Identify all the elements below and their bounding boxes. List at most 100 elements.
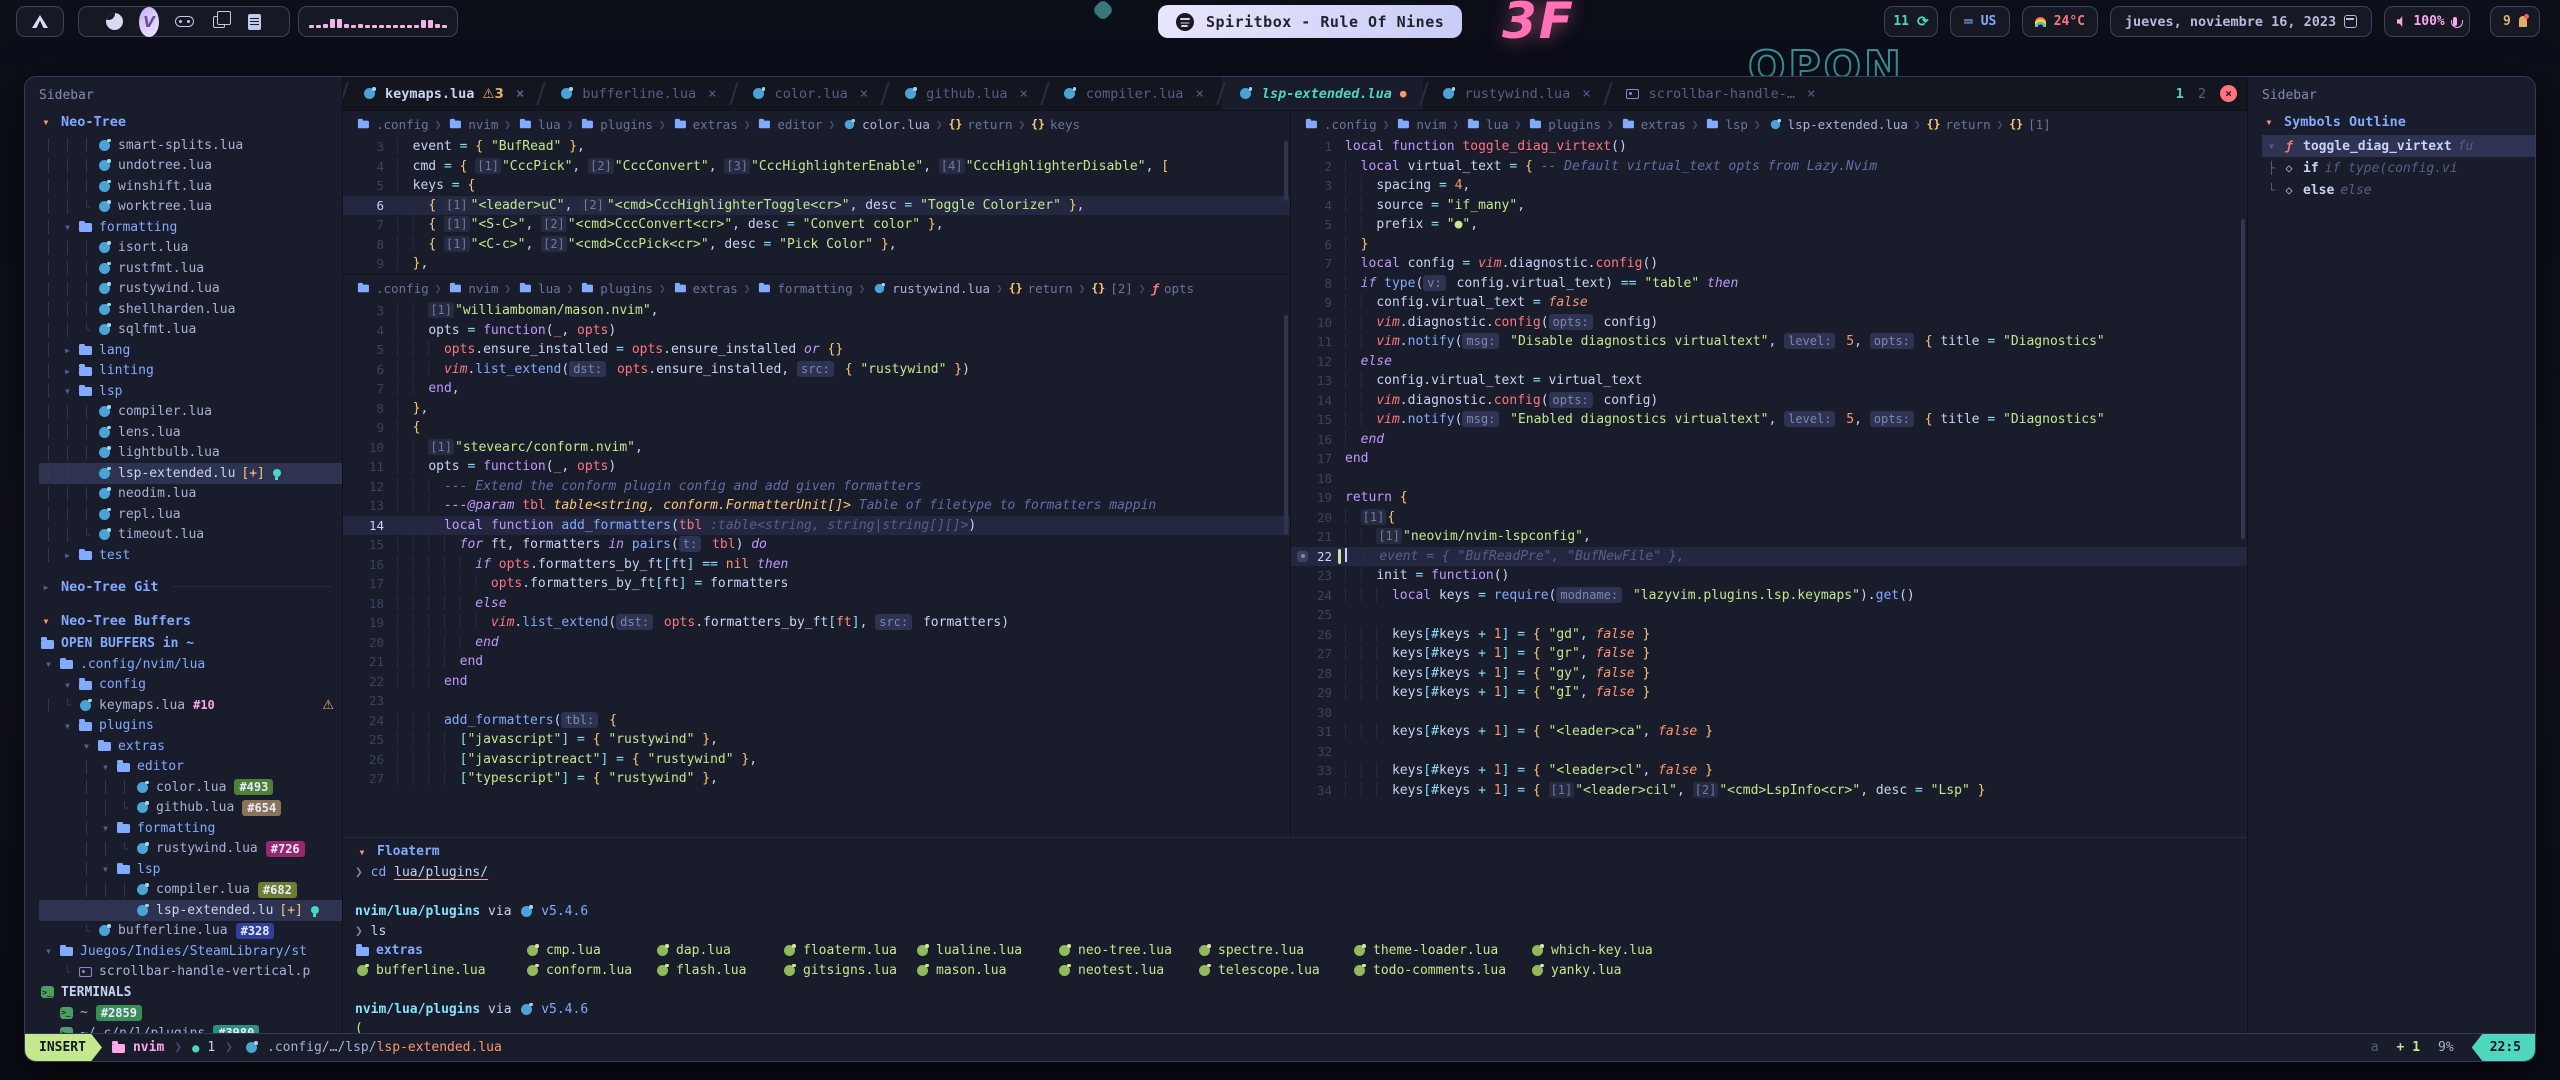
tree-item-timeout.lua[interactable]: ││└timeout.lua: [39, 525, 342, 546]
tree-item-repl.lua[interactable]: │││repl.lua: [39, 504, 342, 525]
chevron-down-icon[interactable]: ▾: [39, 657, 58, 671]
ls-item-extras[interactable]: extras: [355, 943, 525, 958]
neo-tree-buffers-section-header[interactable]: ▾ Neo-Tree Buffers: [39, 608, 342, 634]
tab-rustywind.lua[interactable]: rustywind.lua×: [1425, 77, 1607, 110]
chevron-down-icon[interactable]: ▾: [58, 678, 77, 692]
tree-item-lightbulb.lua[interactable]: │││lightbulb.lua: [39, 443, 342, 464]
ls-item-spectre.lua[interactable]: spectre.lua: [1197, 943, 1352, 958]
tree-item-keymaps.lua[interactable]: │└keymaps.lua#10⚠: [39, 695, 342, 716]
tree-folder-Juegos/Indies/SteamLibrary/st[interactable]: ▾Juegos/Indies/SteamLibrary/st: [39, 941, 342, 962]
scrollbar-handle[interactable]: [1284, 141, 1288, 201]
breadcrumb-nvim[interactable]: nvim: [1395, 117, 1446, 132]
ls-item-neotest.lua[interactable]: neotest.lua: [1057, 963, 1197, 978]
ls-item-yanky.lua[interactable]: yanky.lua: [1530, 963, 2235, 978]
breadcrumb-return[interactable]: {}return: [1009, 281, 1073, 296]
floaterm-panel[interactable]: ▾ Floaterm ❯ cd lua/plugins/nvim/lua/plu…: [343, 837, 2247, 1033]
launcher-button[interactable]: [16, 6, 64, 37]
chevron-down-icon[interactable]: ▾: [58, 384, 77, 398]
tree-item-lsp-extended.lu[interactable]: ││└lsp-extended.lu[+]: [39, 900, 342, 921]
weather-widget[interactable]: 24°C: [2022, 6, 2098, 37]
tree-item-compiler.lua[interactable]: │││compiler.lua#682: [39, 880, 342, 901]
ls-item-gitsigns.lua[interactable]: gitsigns.lua: [782, 963, 915, 978]
dock-firefox-icon[interactable]: [104, 12, 124, 32]
breadcrumb-rustywind.lua[interactable]: rustywind.lua: [871, 281, 990, 296]
tree-folder-plugins[interactable]: ▾plugins: [39, 716, 342, 737]
breadcrumb-plugins[interactable]: plugins: [579, 281, 653, 296]
tree-folder-formatting[interactable]: │▾formatting: [39, 818, 342, 839]
audio-visualizer[interactable]: [298, 6, 458, 37]
tree-item-lsp-extended.lu[interactable]: │││lsp-extended.lu[+]: [39, 463, 342, 484]
tab-lsp-extended.lua[interactable]: lsp-extended.lua●: [1222, 77, 1423, 110]
dock-windows-icon[interactable]: [209, 12, 229, 32]
code-area[interactable]: 3▏ ▏ [1]"williamboman/mason.nvim",4▏ ▏ o…: [343, 301, 1290, 789]
scrollbar-handle[interactable]: [2241, 219, 2245, 539]
tree-folder-config[interactable]: ▾config: [39, 675, 342, 696]
neo-tree-git-section-header[interactable]: ▸ Neo-Tree Git: [39, 574, 342, 600]
ls-item-lualine.lua[interactable]: lualine.lua: [915, 943, 1057, 958]
tree-folder-lang[interactable]: │▸lang: [39, 340, 342, 361]
breadcrumb-opts[interactable]: ƒopts: [1151, 281, 1194, 296]
tree-item-rustywind.lua[interactable]: │││rustywind.lua: [39, 279, 342, 300]
tab-close-icon[interactable]: ×: [1807, 86, 1815, 102]
tree-item-color.lua[interactable]: │││color.lua#493: [39, 777, 342, 798]
tree-item-neodim.lua[interactable]: │││neodim.lua: [39, 484, 342, 505]
breadcrumb-return[interactable]: {}return: [1927, 117, 1991, 132]
ls-item-dap.lua[interactable]: dap.lua: [655, 943, 782, 958]
volume-widget[interactable]: 100%: [2384, 6, 2470, 37]
tab-github.lua[interactable]: github.lua×: [886, 77, 1044, 110]
tree-item-TERMINALS[interactable]: >_TERMINALS: [39, 982, 342, 1003]
breadcrumb-lua[interactable]: lua: [1465, 117, 1509, 132]
tree-folder-test[interactable]: │▸test: [39, 545, 342, 566]
tab-close-icon[interactable]: ×: [516, 86, 524, 102]
outline-item-if[interactable]: ├◇if if type(config.vi: [2262, 157, 2535, 179]
tree-item-~[interactable]: >_~#2859: [39, 1003, 342, 1024]
chevron-down-icon[interactable]: ▾: [96, 760, 115, 774]
dock-gamepad-icon[interactable]: [174, 12, 194, 32]
tree-item-scrollbar-handle-vertical.p[interactable]: └scrollbar-handle-vertical.p: [39, 962, 342, 983]
breadcrumb-extras[interactable]: extras: [672, 117, 738, 132]
tab-color.lua[interactable]: color.lua×: [735, 77, 885, 110]
tree-folder-extras[interactable]: ▾extras: [39, 736, 342, 757]
breadcrumb-.config[interactable]: .config: [1303, 117, 1377, 132]
editor-pane-color-lua[interactable]: .config❯nvim❯lua❯plugins❯extras❯editor❯c…: [343, 111, 1290, 275]
ls-item-mason.lua[interactable]: mason.lua: [915, 963, 1057, 978]
breadcrumb-lua[interactable]: lua: [517, 281, 561, 296]
breadcrumb-lsp[interactable]: lsp: [1704, 117, 1748, 132]
chevron-down-icon[interactable]: ▾: [96, 821, 115, 835]
tab-bufferline.lua[interactable]: bufferline.lua×: [542, 77, 732, 110]
ls-item-theme-loader.lua[interactable]: theme-loader.lua: [1352, 943, 1530, 958]
ls-item-floaterm.lua[interactable]: floaterm.lua: [782, 943, 915, 958]
scrollbar-handle[interactable]: [1284, 315, 1288, 535]
outline-item-toggle_diag_virtext[interactable]: ▾ƒtoggle_diag_virtext fu: [2262, 135, 2535, 157]
editor-pane-rustywind-lua[interactable]: .config❯nvim❯lua❯plugins❯extras❯formatti…: [343, 275, 1290, 837]
tree-item-rustywind.lua[interactable]: ││└rustywind.lua#726: [39, 839, 342, 860]
chevron-down-icon[interactable]: ▾: [58, 719, 77, 733]
tab-close-icon[interactable]: ×: [1582, 86, 1590, 102]
ls-item-bufferline.lua[interactable]: bufferline.lua: [355, 963, 525, 978]
breadcrumb-lsp-extended.lua[interactable]: lsp-extended.lua: [1767, 117, 1908, 132]
breadcrumb-extras[interactable]: extras: [672, 281, 738, 296]
tree-item-lens.lua[interactable]: │││lens.lua: [39, 422, 342, 443]
breadcrumb-plugins[interactable]: plugins: [1527, 117, 1601, 132]
dock-files-icon[interactable]: [244, 12, 264, 32]
tree-item-github.lua[interactable]: ││└github.lua#654: [39, 798, 342, 819]
chevron-down-icon[interactable]: ▾: [2262, 139, 2281, 153]
music-widget[interactable]: Spiritbox - Rule Of Nines: [1158, 5, 1462, 38]
tab-close-icon[interactable]: ×: [708, 86, 716, 102]
tree-folder-lsp[interactable]: │▾lsp: [39, 859, 342, 880]
tree-folder-formatting[interactable]: │▾formatting: [39, 217, 342, 238]
tree-item-worktree.lua[interactable]: ││└worktree.lua: [39, 197, 342, 218]
breadcrumb-.config[interactable]: .config: [355, 281, 429, 296]
breadcrumb-return[interactable]: {}return: [948, 117, 1012, 132]
tree-item-isort.lua[interactable]: │││isort.lua: [39, 238, 342, 259]
breadcrumb-[1][interactable]: {}[1]: [2009, 117, 2050, 132]
tree-folder-lsp[interactable]: │▾lsp: [39, 381, 342, 402]
tab-keymaps.lua[interactable]: keymaps.lua⚠3×: [345, 77, 540, 110]
notifications-widget[interactable]: 9: [2490, 6, 2540, 37]
breadcrumb-editor[interactable]: editor: [756, 117, 822, 132]
tree-item-winshift.lua[interactable]: │││winshift.lua: [39, 176, 342, 197]
outline-item-else[interactable]: └◇else else: [2262, 179, 2535, 201]
tree-item-OPEN BUFFERS in ~[interactable]: OPEN BUFFERS in ~: [39, 634, 342, 655]
breadcrumb-lua[interactable]: lua: [517, 117, 561, 132]
ls-item-conform.lua[interactable]: conform.lua: [525, 963, 655, 978]
